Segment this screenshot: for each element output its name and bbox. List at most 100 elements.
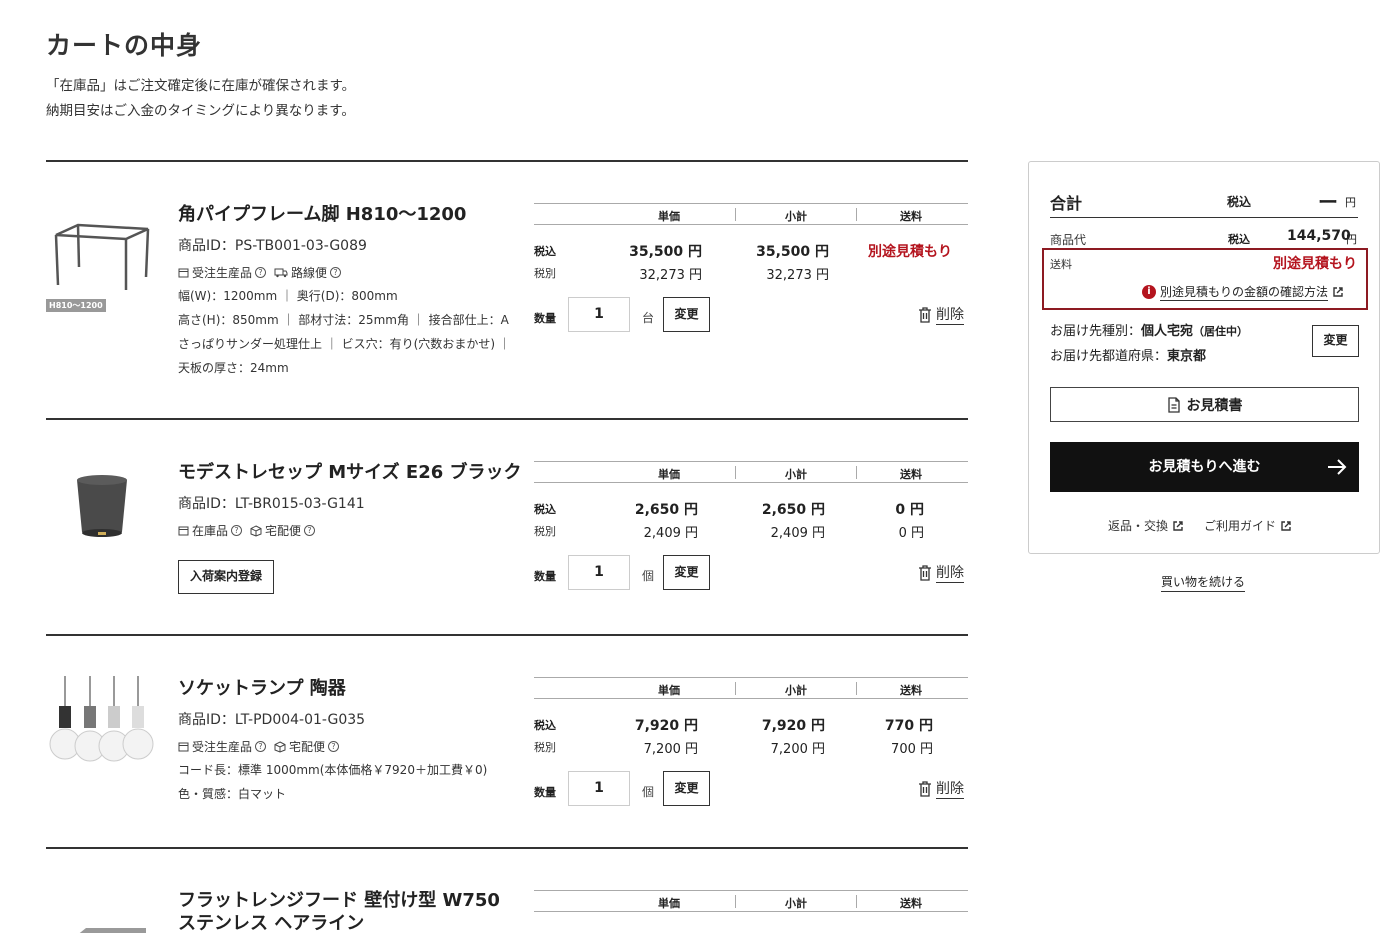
- trash-icon: [919, 564, 931, 581]
- product-id: 商品ID：LT-BR015-03-G141: [178, 496, 365, 512]
- subtotal-tax-ex: 32,273 円: [766, 268, 829, 283]
- tag-made-to-order: 受注生産品 ?: [178, 738, 267, 755]
- thumbnail-badge: H810〜1200: [46, 299, 106, 312]
- subtotal-tax-in: 2,650 円: [761, 502, 825, 518]
- arrow-right-icon: [1328, 459, 1347, 475]
- shipping-tax-in: 770 円: [884, 718, 933, 734]
- delete-button[interactable]: 削除: [918, 778, 964, 799]
- product-name[interactable]: 角パイプフレーム脚 H810〜1200: [178, 203, 466, 226]
- product-thumbnail[interactable]: [46, 472, 156, 572]
- product-name[interactable]: モデストレセップ Mサイズ E26 ブラック: [178, 461, 522, 484]
- delete-button[interactable]: 削除: [918, 562, 964, 583]
- delete-button[interactable]: 削除: [918, 304, 964, 325]
- price-table-header: 単価 小計 送料: [534, 461, 968, 483]
- box-icon: [274, 740, 286, 753]
- calendar-icon: [178, 268, 189, 278]
- quantity-unit: 個: [642, 569, 655, 583]
- quantity-input[interactable]: 1: [568, 771, 630, 806]
- tag-made-to-order: 受注生産品 ?: [178, 264, 267, 281]
- subtotal-tax-ex: 2,409 円: [770, 526, 825, 541]
- document-icon: [1167, 396, 1180, 413]
- calendar-icon: [178, 526, 189, 536]
- help-icon[interactable]: ?: [255, 741, 267, 752]
- proceed-to-estimate-button[interactable]: お見積もりへ進む: [1050, 442, 1359, 492]
- truck-icon: [274, 268, 288, 278]
- goods-total: 144,570: [1287, 228, 1351, 244]
- product-thumbnail[interactable]: [46, 676, 156, 776]
- unit-price-tax-in: 35,500 円: [629, 244, 702, 260]
- tag-shipping-method: 宅配便 ?: [250, 522, 316, 539]
- product-tags: 受注生産品 ? 路線便 ?: [178, 264, 342, 281]
- intro-line-1: 「在庫品」はご注文確定後に在庫が確保されます。: [46, 78, 356, 94]
- shipping-separate-quote: 別途見積もり: [1273, 256, 1357, 272]
- external-link-icon: [1173, 520, 1183, 531]
- subtotal-tax-in: 7,920 円: [761, 718, 825, 734]
- intro-text: 「在庫品」はご注文確定後に在庫が確保されます。 納期目安はご入金のタイミングによ…: [46, 74, 355, 124]
- shipping-tax-ex: 0 円: [898, 526, 924, 541]
- restock-notify-button[interactable]: 入荷案内登録: [178, 560, 274, 594]
- product-tags: 受注生産品 ? 宅配便 ?: [178, 738, 340, 755]
- product-id: 商品ID：LT-PD004-01-G035: [178, 712, 366, 728]
- product-thumbnail[interactable]: H810〜1200: [46, 217, 156, 317]
- help-icon[interactable]: ?: [231, 525, 243, 536]
- cart-item-4: フラットレンジフード 壁付け型 W750 ステンレス ヘアライン 単価 小計 送…: [46, 849, 968, 933]
- price-table-header: 単価 小計 送料: [534, 203, 968, 225]
- product-thumbnail[interactable]: [46, 921, 156, 933]
- returns-link[interactable]: 返品・交換: [1108, 517, 1184, 534]
- user-guide-link[interactable]: ご利用ガイド: [1204, 517, 1292, 534]
- tag-shipping-method: 宅配便 ?: [274, 738, 340, 755]
- external-link-icon: [1281, 520, 1291, 531]
- cart-item-1: H810〜1200 角パイプフレーム脚 H810〜1200 商品ID：PS-TB…: [46, 162, 968, 418]
- external-link-icon: [1333, 287, 1343, 297]
- shipping-quote-info-link[interactable]: i 別途見積もりの金額の確認方法: [1142, 283, 1344, 301]
- shipping-highlight-box: 送料 別途見積もり i 別途見積もりの金額の確認方法: [1042, 248, 1368, 310]
- delivery-type: お届け先種別：個人宅宛（居住中）: [1050, 324, 1249, 339]
- estimate-document-button[interactable]: お見積書: [1050, 387, 1359, 422]
- unit-price-tax-ex: 32,273 円: [639, 268, 702, 283]
- tag-in-stock: 在庫品 ?: [178, 522, 243, 539]
- unit-price-tax-ex: 2,409 円: [643, 526, 698, 541]
- unit-price-tax-in: 2,650 円: [634, 502, 698, 518]
- box-icon: [250, 524, 262, 537]
- page-title: カートの中身: [46, 31, 203, 60]
- product-name[interactable]: フラットレンジフード 壁付け型 W750 ステンレス ヘアライン: [178, 889, 500, 933]
- quantity-unit: 台: [642, 311, 655, 325]
- summary-header: 合計 税込 ー 円: [1050, 190, 1358, 218]
- info-icon: i: [1142, 285, 1156, 299]
- subtotal-tax-ex: 7,200 円: [770, 742, 825, 757]
- trash-icon: [919, 780, 931, 797]
- help-icon[interactable]: ?: [330, 267, 342, 278]
- change-quantity-button[interactable]: 変更: [663, 297, 710, 332]
- change-delivery-button[interactable]: 変更: [1312, 325, 1359, 357]
- shipping-tax-ex: 700 円: [891, 742, 933, 757]
- product-specs: コード長：標準 1000mm(本体価格￥7920＋加工費￥0) 色・質感：白マッ…: [178, 763, 488, 801]
- subtotal-tax-in: 35,500 円: [756, 244, 829, 260]
- quantity-unit: 個: [642, 785, 655, 799]
- product-id: 商品ID：PS-TB001-03-G089: [178, 238, 367, 254]
- price-table-header: 単価 小計 送料: [534, 890, 968, 912]
- unit-price-tax-in: 7,920 円: [634, 718, 698, 734]
- cart-item-2: モデストレセップ Mサイズ E26 ブラック 商品ID：LT-BR015-03-…: [46, 420, 968, 634]
- help-icon[interactable]: ?: [304, 525, 316, 536]
- quantity-input[interactable]: 1: [568, 297, 630, 332]
- product-tags: 在庫品 ? 宅配便 ?: [178, 522, 316, 539]
- product-specs: 幅(W)：1200mm ｜ 奥行(D)：800mm 高さ(H)：850mm ｜ …: [178, 289, 511, 375]
- trash-icon: [919, 306, 931, 323]
- order-summary-panel: 合計 税込 ー 円 商品代 税込 144,570 円 送料 別途見積もり i 別…: [1028, 161, 1380, 554]
- shipping-separate-quote: 別途見積もり: [868, 244, 952, 260]
- change-quantity-button[interactable]: 変更: [663, 555, 710, 590]
- unit-price-tax-ex: 7,200 円: [643, 742, 698, 757]
- quantity-input[interactable]: 1: [568, 555, 630, 590]
- continue-shopping-link[interactable]: 買い物を続ける: [1161, 573, 1246, 592]
- price-table-header: 単価 小計 送料: [534, 677, 968, 699]
- help-icon[interactable]: ?: [255, 267, 267, 278]
- change-quantity-button[interactable]: 変更: [663, 771, 710, 806]
- tag-shipping-method: 路線便 ?: [274, 264, 342, 281]
- product-name[interactable]: ソケットランプ 陶器: [178, 677, 346, 700]
- delivery-prefecture: お届け先都道府県：東京都: [1050, 349, 1207, 364]
- shipping-tax-in: 0 円: [895, 502, 924, 518]
- help-icon[interactable]: ?: [328, 741, 340, 752]
- intro-line-2: 納期目安はご入金のタイミングにより異なります。: [46, 103, 355, 119]
- calendar-icon: [178, 742, 189, 752]
- cart-item-3: ソケットランプ 陶器 商品ID：LT-PD004-01-G035 受注生産品 ?…: [46, 636, 968, 848]
